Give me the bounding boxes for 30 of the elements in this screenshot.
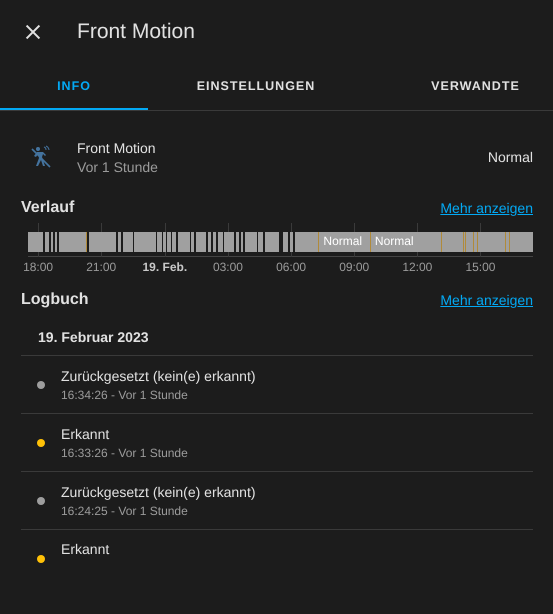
axis-label: 06:00 — [276, 260, 306, 274]
last-changed: Vor 1 Stunde — [77, 158, 159, 174]
entry-message: Erkannt — [61, 540, 110, 556]
show-more-link[interactable]: Mehr anzeigen — [440, 292, 533, 308]
show-more-link[interactable]: Mehr anzeigen — [440, 200, 533, 216]
section-title: Logbuch — [21, 291, 89, 309]
tab[interactable]: INFO — [0, 64, 148, 110]
axis-label: 15:00 — [465, 260, 496, 274]
tab[interactable]: EINSTELLUNGEN — [148, 64, 364, 110]
entry-time: 16:24:25 - Vor 1 Stunde — [61, 504, 189, 518]
axis-label: 19. Feb. — [142, 260, 188, 274]
entry-message: Zurückgesetzt (kein(e) erkannt) — [61, 368, 256, 384]
tab[interactable]: VERWANDTE — [364, 64, 553, 110]
axis-label: 03:00 — [212, 260, 243, 274]
entity-name: Front Motion — [77, 140, 157, 156]
motion-sensor-icon — [29, 145, 53, 169]
entity-state: Normal — [488, 149, 533, 165]
axis-label: 18:00 — [23, 260, 54, 274]
bar-label: Normal — [323, 234, 362, 248]
date-heading: 19. Februar 2023 — [21, 315, 533, 356]
axis-label: 21:00 — [86, 260, 116, 274]
bar-label: Normal — [374, 234, 414, 248]
axis-label: 09:00 — [339, 260, 370, 274]
entry-message: Zurückgesetzt (kein(e) erkannt) — [61, 484, 256, 500]
dialog-title: Front Motion — [77, 20, 195, 44]
section-title: Verlauf — [21, 199, 74, 217]
entry-time: 16:34:26 - Vor 1 Stunde — [61, 388, 189, 402]
entry-message: Erkannt — [61, 426, 110, 442]
axis-label: 12:00 — [402, 260, 432, 274]
entry-time: 16:33:26 - Vor 1 Stunde — [61, 446, 188, 460]
